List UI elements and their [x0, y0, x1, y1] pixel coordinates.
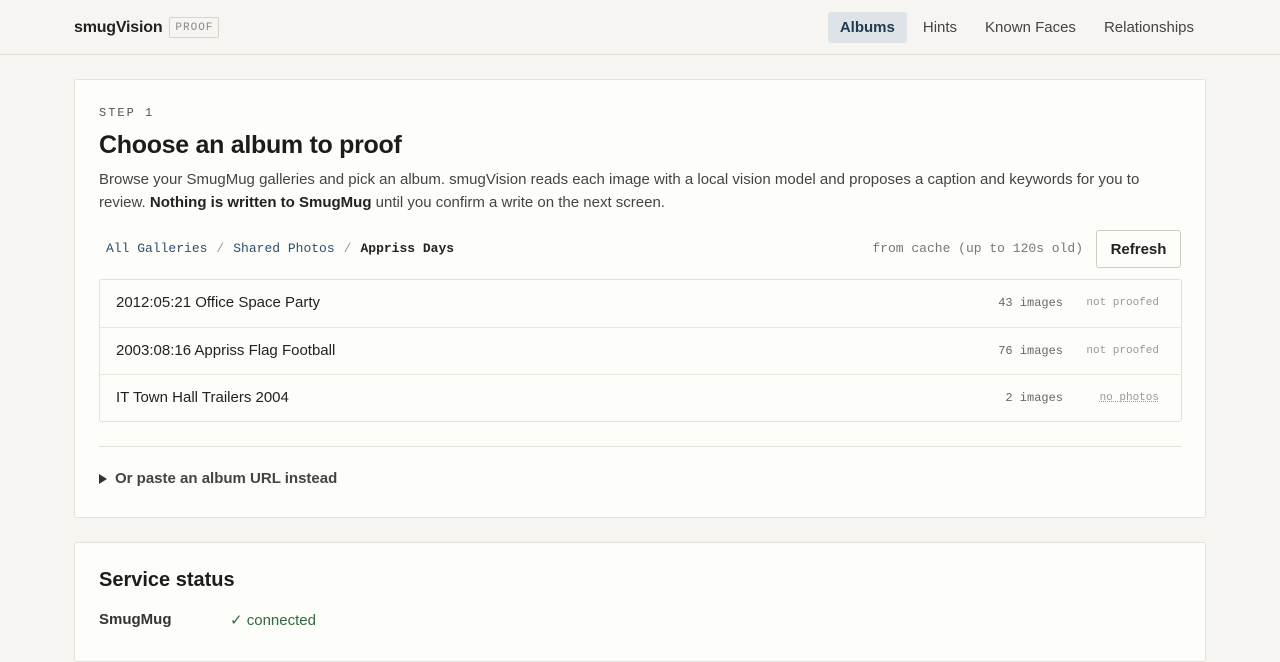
nav-relationships[interactable]: Relationships [1092, 12, 1206, 43]
album-image-count: 2 images [1005, 391, 1063, 405]
disclosure-triangle-icon [99, 473, 107, 484]
album-name: 2003:08:16 Appriss Flag Football [116, 341, 336, 359]
album-name: 2012:05:21 Office Space Party [116, 294, 321, 311]
app-name: smugVision [74, 18, 163, 36]
page-title: Choose an album to proof [99, 131, 402, 159]
breadcrumb-all-galleries[interactable]: All Galleries [106, 241, 207, 256]
paste-url-toggle[interactable]: Or paste an album URL instead [99, 470, 337, 487]
service-status-title: Service status [99, 569, 235, 591]
description-bold: Nothing is written to SmugMug [149, 194, 372, 211]
main-nav: Albums Hints Known Faces Relationships [824, 12, 1206, 43]
proof-badge: PROOF [169, 17, 220, 38]
description-text-2: until you confirm a write on the next sc… [371, 194, 665, 211]
album-image-count: 76 images [998, 343, 1063, 358]
album-image-count: 43 images [998, 296, 1063, 310]
brand[interactable]: smugVision PROOF [74, 17, 220, 38]
album-row[interactable]: 2012:05:21 Office Space Party 43 images … [100, 280, 1181, 328]
album-status: not proofed [1086, 344, 1159, 357]
breadcrumb-current: Appriss Days [360, 241, 455, 256]
breadcrumb: All Galleries / Shared Photos / Appriss … [106, 241, 454, 256]
breadcrumb-shared-photos[interactable]: Shared Photos [233, 241, 334, 256]
album-name: IT Town Hall Trailers 2004 [116, 389, 289, 406]
service-name-smugmug: SmugMug [99, 611, 172, 628]
album-status: no photos [1099, 392, 1159, 404]
album-status: not proofed [1086, 297, 1159, 309]
nav-albums[interactable]: Albums [827, 12, 907, 43]
breadcrumb-separator: / [216, 241, 225, 256]
nav-hints[interactable]: Hints [911, 12, 969, 43]
cache-note: from cache (up to 120s old) [872, 241, 1083, 256]
description: Browse your SmugMug galleries and pick a… [99, 168, 1169, 214]
breadcrumb-separator: / [343, 241, 352, 256]
album-row[interactable]: IT Town Hall Trailers 2004 2 images no p… [100, 375, 1181, 423]
paste-url-label: Or paste an album URL instead [115, 470, 338, 487]
divider [99, 446, 1182, 447]
refresh-button[interactable]: Refresh [1096, 230, 1181, 268]
top-bar: smugVision PROOF Albums Hints Known Face… [0, 0, 1280, 55]
album-row[interactable]: 2003:08:16 Appriss Flag Football 76 imag… [100, 328, 1181, 375]
nav-known-faces[interactable]: Known Faces [973, 12, 1088, 43]
choose-album-card: STEP 1 Choose an album to proof Browse y… [74, 79, 1206, 518]
album-list: 2012:05:21 Office Space Party 43 images … [99, 279, 1182, 422]
step-label: STEP 1 [99, 106, 155, 120]
service-status-smugmug: ✓ connected [230, 612, 316, 629]
service-status-card: Service status SmugMug ✓ connected [74, 542, 1206, 662]
